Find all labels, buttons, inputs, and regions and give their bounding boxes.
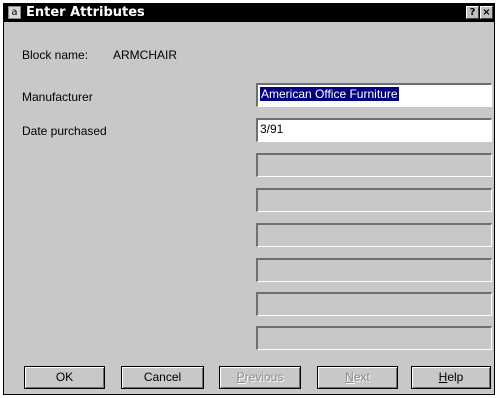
attribute-field-empty — [256, 258, 492, 282]
manufacturer-value: American Office Furniture — [260, 87, 399, 101]
attribute-field-empty — [256, 292, 492, 316]
manufacturer-label: Manufacturer — [22, 90, 93, 104]
title-bar[interactable]: a Enter Attributes ? × — [4, 4, 494, 22]
enter-attributes-dialog: a Enter Attributes ? × Block name: ARMCH… — [3, 3, 495, 395]
app-icon[interactable]: a — [8, 6, 21, 19]
ok-button[interactable]: OK — [24, 366, 105, 389]
close-icon[interactable]: × — [480, 6, 493, 19]
attribute-field-empty — [256, 153, 492, 177]
attribute-field-empty — [256, 223, 492, 247]
cancel-button[interactable]: Cancel — [121, 366, 204, 389]
dialog-title: Enter Attributes — [26, 5, 145, 20]
block-name-value: ARMCHAIR — [113, 48, 178, 62]
date-purchased-label: Date purchased — [22, 124, 107, 138]
attribute-field-empty — [256, 188, 492, 212]
date-purchased-field[interactable]: 3/91 — [256, 118, 492, 142]
manufacturer-field[interactable]: American Office Furniture — [256, 83, 492, 107]
block-name-label: Block name: — [22, 48, 89, 62]
help-icon[interactable]: ? — [466, 6, 479, 19]
date-purchased-value: 3/91 — [260, 122, 284, 136]
previous-button[interactable]: Previous — [219, 366, 301, 389]
help-button[interactable]: Help — [411, 366, 491, 389]
attribute-field-empty — [256, 326, 492, 350]
next-button[interactable]: Next — [317, 366, 398, 389]
